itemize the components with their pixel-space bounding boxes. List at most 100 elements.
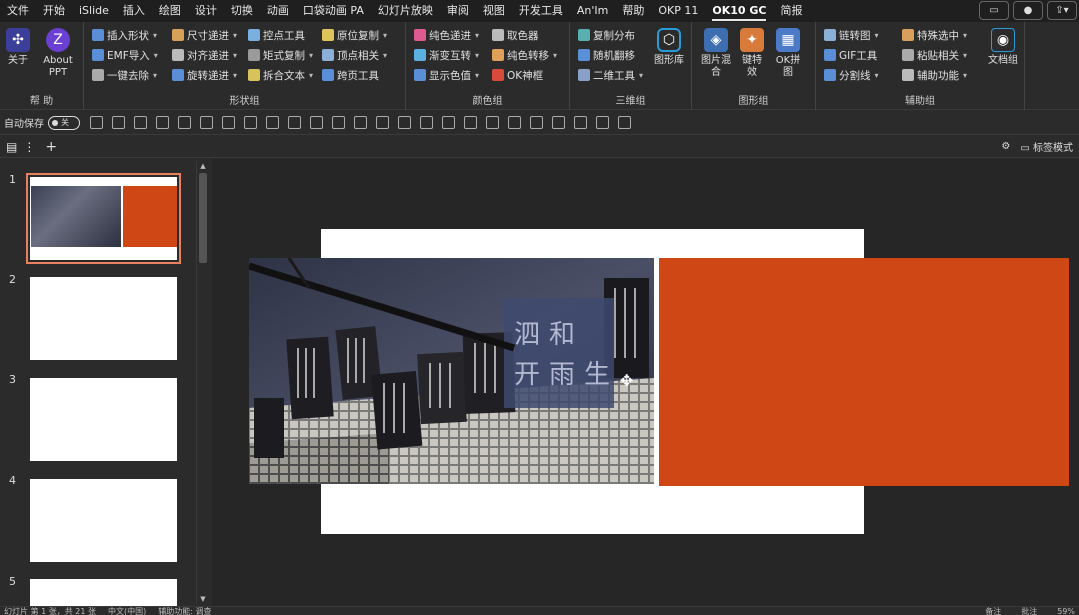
color-fill-icon[interactable] bbox=[134, 116, 147, 129]
align-bottom-icon[interactable] bbox=[310, 116, 323, 129]
align-top-icon[interactable] bbox=[266, 116, 279, 129]
tab-islide[interactable]: iSlide bbox=[72, 0, 116, 22]
eraser-icon[interactable] bbox=[552, 116, 565, 129]
split-text-button[interactable]: 拆合文本 ▾ bbox=[248, 66, 313, 84]
group-icon[interactable] bbox=[178, 116, 191, 129]
matrix-copy-button[interactable]: 矩式复制 ▾ bbox=[248, 46, 313, 64]
paste-button[interactable]: 粘贴相关 ▾ bbox=[902, 46, 967, 64]
gradient-swap-button[interactable]: 渐变互转 ▾ bbox=[414, 46, 479, 64]
orange-rectangle[interactable] bbox=[659, 258, 1069, 486]
eyedropper-button[interactable]: 取色器 bbox=[492, 26, 539, 44]
special-select-button[interactable]: 特殊选中 ▾ bbox=[902, 26, 967, 44]
tab-okp11[interactable]: OKP 11 bbox=[651, 0, 705, 22]
document-group-button[interactable]: ◉ 文档组 bbox=[988, 28, 1018, 67]
align-middle-icon[interactable] bbox=[288, 116, 301, 129]
slide-canvas[interactable]: 泗 和 开 雨 生 ✥ bbox=[212, 159, 1079, 606]
bring-front-icon[interactable] bbox=[222, 116, 235, 129]
settings-icon[interactable]: ⚙ bbox=[1001, 141, 1010, 152]
tab-insert[interactable]: 插入 bbox=[116, 0, 152, 22]
star-icon[interactable] bbox=[508, 116, 521, 129]
tab-ok10gc[interactable]: OK10 GC bbox=[705, 0, 773, 22]
pen-icon[interactable] bbox=[464, 116, 477, 129]
about-ppt-button[interactable]: Z About PPT bbox=[40, 28, 76, 79]
more-icon[interactable] bbox=[618, 116, 631, 129]
comments-button[interactable]: 批注 bbox=[1021, 607, 1037, 615]
gif-tool-button[interactable]: GIF工具 bbox=[824, 46, 877, 64]
shape-outline-icon[interactable] bbox=[398, 116, 411, 129]
brush-icon[interactable] bbox=[486, 116, 499, 129]
thumbnail-scrollbar[interactable]: ▲ ▼ bbox=[196, 161, 208, 604]
align-left-icon[interactable] bbox=[156, 116, 169, 129]
tab-slideshow[interactable]: 幻灯片放映 bbox=[371, 0, 440, 22]
notes-button[interactable]: 备注 bbox=[985, 607, 1001, 615]
color-transfer-button[interactable]: 纯色转移 ▾ bbox=[492, 46, 557, 64]
tab-pocket-animation[interactable]: 口袋动画 PA bbox=[296, 0, 371, 22]
solid-step-button[interactable]: 纯色递进 ▾ bbox=[414, 26, 479, 44]
random-move-button[interactable]: 随机翻移 bbox=[578, 46, 635, 64]
one-key-remove-button[interactable]: 一键去除 ▾ bbox=[92, 66, 157, 84]
rotate-step-button[interactable]: 旋转递进 ▾ bbox=[172, 66, 237, 84]
slide-thumbnail-5[interactable] bbox=[30, 579, 177, 606]
size-step-button[interactable]: 尺寸递进 ▾ bbox=[172, 26, 237, 44]
move-icon[interactable] bbox=[596, 116, 609, 129]
slide-thumbnail-1[interactable] bbox=[26, 173, 181, 264]
shapes-icon[interactable] bbox=[530, 116, 543, 129]
fill-bucket-icon[interactable] bbox=[442, 116, 455, 129]
zoom-level[interactable]: 59% bbox=[1057, 607, 1075, 615]
ok-frame-button[interactable]: OK神框 bbox=[492, 66, 543, 84]
show-color-value-button[interactable]: 显示色值 ▾ bbox=[414, 66, 479, 84]
tab-home[interactable]: 开始 bbox=[36, 0, 72, 22]
align-step-button[interactable]: 对齐递进 ▾ bbox=[172, 46, 237, 64]
comment-button[interactable]: ▭ bbox=[979, 1, 1009, 20]
chart-icon[interactable] bbox=[376, 116, 389, 129]
ungroup-icon[interactable] bbox=[200, 116, 213, 129]
ok-puzzle-button[interactable]: ▦ OK拼图 bbox=[772, 28, 804, 79]
2d-tool-button[interactable]: 二维工具 ▾ bbox=[578, 66, 643, 84]
tab-view[interactable]: 视图 bbox=[476, 0, 512, 22]
divider-line-button[interactable]: 分割线 ▾ bbox=[824, 66, 879, 84]
accessibility[interactable]: 辅助功能: 调查 bbox=[158, 607, 211, 615]
shape-library-button[interactable]: ⬡ 图形库 bbox=[654, 28, 684, 67]
distribute-v-icon[interactable] bbox=[354, 116, 367, 129]
new-file-icon[interactable]: ▤ bbox=[6, 140, 17, 154]
tab-animations[interactable]: 动画 bbox=[260, 0, 296, 22]
layout-icon[interactable] bbox=[90, 116, 103, 129]
slide-thumbnail-3[interactable] bbox=[30, 378, 177, 461]
record-button[interactable]: ● bbox=[1013, 1, 1043, 20]
slide-thumbnail-4[interactable] bbox=[30, 479, 177, 562]
distribute-h-icon[interactable] bbox=[332, 116, 345, 129]
image-blend-button[interactable]: ◈ 图片混合 bbox=[700, 28, 732, 79]
scrollbar-thumb[interactable] bbox=[199, 173, 207, 263]
aux-function-button[interactable]: 辅助功能 ▾ bbox=[902, 66, 967, 84]
cross-page-button[interactable]: 跨页工具 bbox=[322, 66, 379, 84]
about-button[interactable]: ✣ 关于 bbox=[6, 28, 30, 67]
tab-draw[interactable]: 绘图 bbox=[152, 0, 188, 22]
new-tab-button[interactable]: + bbox=[45, 139, 57, 155]
share-button[interactable]: ⇪▾ bbox=[1047, 1, 1077, 20]
slide-thumbnail-2[interactable] bbox=[30, 277, 177, 360]
tab-transitions[interactable]: 切换 bbox=[224, 0, 260, 22]
in-place-copy-button[interactable]: 原位复制 ▾ bbox=[322, 26, 387, 44]
scroll-up-icon[interactable]: ▲ bbox=[199, 162, 207, 170]
vertex-button[interactable]: 顶点相关 ▾ bbox=[322, 46, 387, 64]
crop-icon[interactable] bbox=[112, 116, 125, 129]
font-color-icon[interactable] bbox=[420, 116, 433, 129]
more-options-icon[interactable]: ⋮ bbox=[23, 140, 35, 154]
tab-briefing[interactable]: 简报 bbox=[773, 0, 809, 22]
tab-review[interactable]: 审阅 bbox=[440, 0, 476, 22]
link-to-image-button[interactable]: 链转图 ▾ bbox=[824, 26, 879, 44]
tab-developer[interactable]: 开发工具 bbox=[512, 0, 570, 22]
view-mode-button[interactable]: ▭ 标签模式 bbox=[1020, 139, 1073, 154]
autosave-toggle[interactable]: 关 bbox=[48, 115, 80, 130]
handle-tool-button[interactable]: 控点工具 bbox=[248, 26, 305, 44]
tab-help[interactable]: 帮助 bbox=[615, 0, 651, 22]
crop-tool-icon[interactable] bbox=[574, 116, 587, 129]
send-back-icon[interactable] bbox=[244, 116, 257, 129]
tab-anim[interactable]: An'Im bbox=[570, 0, 615, 22]
insert-shape-button[interactable]: 插入形状 ▾ bbox=[92, 26, 157, 44]
key-effect-button[interactable]: ✦ 键特效 bbox=[738, 28, 766, 79]
emf-import-button[interactable]: EMF导入 ▾ bbox=[92, 46, 158, 64]
slide-photo[interactable]: 泗 和 开 雨 生 bbox=[249, 258, 654, 484]
tab-design[interactable]: 设计 bbox=[188, 0, 224, 22]
copy-distribute-button[interactable]: 复制分布 bbox=[578, 26, 635, 44]
